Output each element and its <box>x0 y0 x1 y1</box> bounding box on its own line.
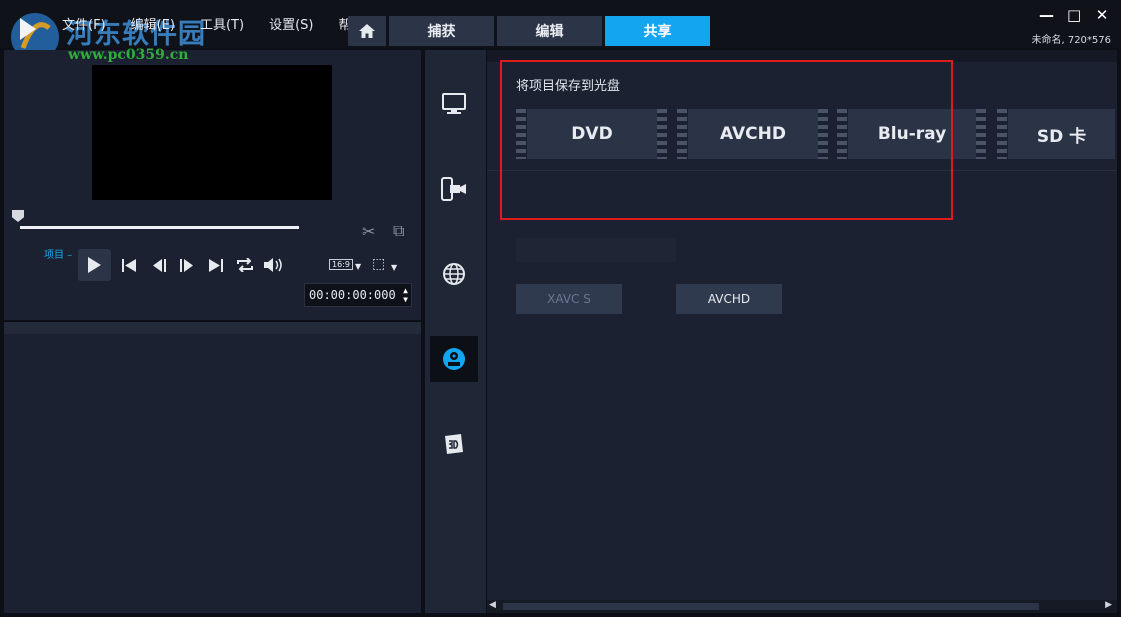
tab-capture[interactable]: 捕获 <box>389 16 494 46</box>
project-info: 未命名, 720*576 <box>1031 35 1111 46</box>
avchd-format-button[interactable]: AVCHD <box>676 284 782 314</box>
prev-frame-icon <box>153 258 166 272</box>
window-controls: — □ ✕ <box>1039 6 1109 24</box>
xavc-s-button: XAVC S <box>516 284 622 314</box>
home-icon <box>359 24 375 38</box>
sidebar-item-computer[interactable] <box>430 81 478 127</box>
skip-to-start-button[interactable] <box>119 252 139 278</box>
skip-to-end-icon <box>209 258 223 272</box>
crop-select-icon[interactable]: ⬚ <box>372 256 385 272</box>
disabled-placeholder <box>516 238 676 262</box>
share-content: 将项目保存到光盘 DVD AVCHD Blu-ray SD 卡 XAVC S A… <box>487 50 1117 613</box>
play-icon <box>88 257 101 273</box>
sidebar-item-3d[interactable] <box>430 421 478 467</box>
sidebar-item-disc[interactable] <box>430 336 478 382</box>
film-strip-decoration <box>976 109 986 159</box>
close-icon[interactable]: ✕ <box>1095 6 1109 24</box>
share-sidebar <box>425 50 486 613</box>
prev-frame-button[interactable] <box>150 252 170 278</box>
tab-share[interactable]: 共享 <box>605 16 710 46</box>
scrubber-handle[interactable] <box>12 210 24 222</box>
3d-output-icon <box>445 434 463 454</box>
library-header <box>4 322 421 334</box>
timeline-scrubber[interactable] <box>20 226 299 229</box>
scrollbar-thumb[interactable] <box>503 603 1039 610</box>
film-strip-decoration <box>818 109 828 159</box>
save-to-disc-title: 将项目保存到光盘 <box>516 79 621 94</box>
divider <box>487 170 1117 171</box>
tab-edit[interactable]: 编辑 <box>497 16 602 46</box>
bluray-button[interactable]: Blu-ray <box>848 109 976 159</box>
play-button[interactable] <box>78 249 111 281</box>
chevron-down-icon[interactable]: ▼ <box>355 262 361 271</box>
minimize-icon[interactable]: — <box>1039 6 1054 24</box>
menu-settings[interactable]: 设置(S) <box>269 14 313 33</box>
film-strip-decoration <box>997 109 1007 159</box>
maximize-icon[interactable]: □ <box>1067 6 1081 24</box>
timecode-stepper-icon[interactable]: ▲ ▼ <box>403 286 408 304</box>
chevron-down-icon[interactable]: ▼ <box>391 263 397 272</box>
timecode-value: 00:00:00:000 <box>309 288 396 302</box>
menu-tools[interactable]: 工具(T) <box>200 14 244 33</box>
film-strip-decoration <box>657 109 667 159</box>
sidebar-item-web[interactable] <box>430 251 478 297</box>
title-bar: 河东软件园 文件(F) 编辑(E) 工具(T) 设置(S) 帮助 捕获 编辑 共… <box>0 0 1121 61</box>
tab-home[interactable] <box>348 16 386 46</box>
aspect-ratio-selector[interactable]: 16:9 <box>329 259 353 270</box>
next-frame-button[interactable] <box>176 252 196 278</box>
skip-to-end-button[interactable] <box>206 252 226 278</box>
menu-bar: 文件(F) 编辑(E) 工具(T) 设置(S) 帮助 <box>62 14 390 33</box>
menu-file[interactable]: 文件(F) <box>62 14 106 33</box>
content-header <box>487 50 1117 62</box>
sd-card-button[interactable]: SD 卡 <box>1008 109 1115 159</box>
horizontal-scrollbar[interactable]: ◀ ▶ <box>487 600 1117 613</box>
avchd-disc-button[interactable]: AVCHD <box>688 109 818 159</box>
web-upload-icon <box>443 263 465 285</box>
disc-output-icon <box>443 348 465 370</box>
library-panel <box>4 322 421 613</box>
volume-icon <box>263 258 282 272</box>
film-strip-decoration <box>837 109 847 159</box>
scissors-icon[interactable]: ✂ <box>362 222 375 241</box>
copy-icon[interactable]: ⧉ <box>393 221 404 241</box>
watermark-url: www.pc0359.cn <box>68 47 189 63</box>
preview-window <box>92 65 332 200</box>
skip-to-start-icon <box>122 258 136 272</box>
sidebar-item-device[interactable] <box>430 166 478 212</box>
repeat-button[interactable] <box>234 252 256 278</box>
dvd-button[interactable]: DVD <box>527 109 657 159</box>
scroll-left-icon[interactable]: ◀ <box>489 600 496 610</box>
film-strip-decoration <box>516 109 526 159</box>
workspace-tabs: 捕获 编辑 共享 <box>348 16 713 46</box>
next-frame-icon <box>180 258 193 272</box>
scroll-right-icon[interactable]: ▶ <box>1105 600 1112 610</box>
project-label: 项目 – <box>44 250 73 261</box>
computer-output-icon <box>442 93 466 114</box>
volume-button[interactable] <box>262 252 284 278</box>
player-panel: ✂ ⧉ 项目 – 16:9 ▼ ⬚ ▼ 00:00:00:000 ▲ ▼ <box>4 50 421 320</box>
film-strip-decoration <box>677 109 687 159</box>
timecode-field[interactable]: 00:00:00:000 ▲ ▼ <box>304 283 412 307</box>
device-output-icon <box>441 177 466 201</box>
repeat-icon <box>237 258 253 272</box>
menu-edit[interactable]: 编辑(E) <box>131 14 175 33</box>
